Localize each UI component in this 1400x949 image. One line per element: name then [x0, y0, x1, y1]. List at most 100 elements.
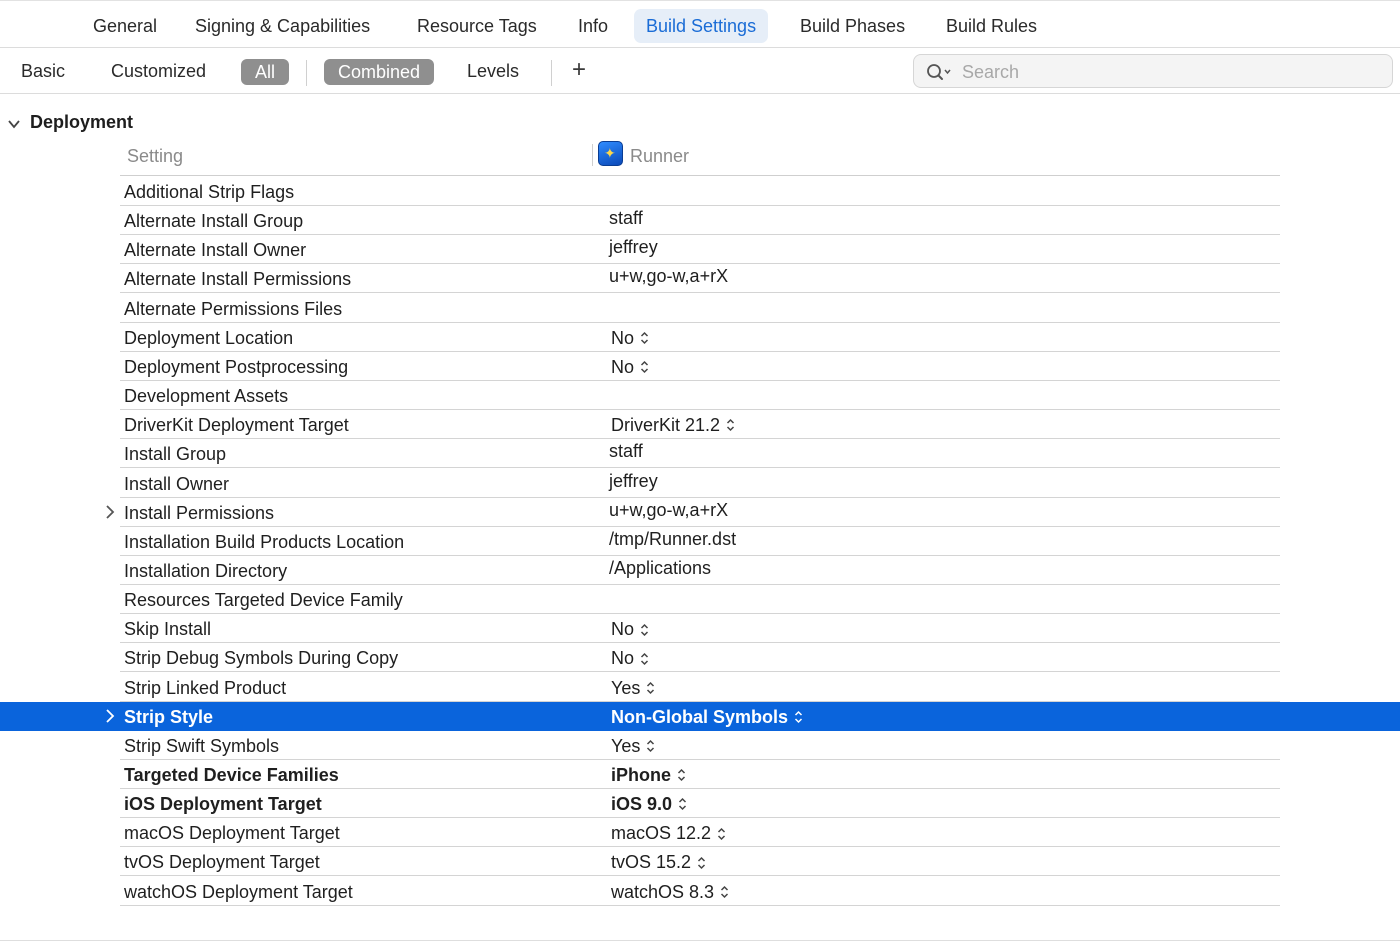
popup-stepper-icon: [640, 328, 649, 350]
setting-value-popup[interactable]: No: [611, 356, 649, 379]
setting-value-popup[interactable]: macOS 12.2: [611, 822, 726, 845]
setting-name: Install Owner: [124, 473, 230, 494]
setting-value-text: No: [611, 327, 635, 348]
column-header-setting: Setting: [127, 146, 184, 166]
setting-value-text: u+w,go-w,a+rX: [609, 499, 729, 520]
setting-row[interactable]: watchOS Deployment Target watchOS 8.3: [0, 877, 1400, 906]
setting-row[interactable]: Strip Linked Product Yes: [0, 673, 1400, 702]
setting-row[interactable]: Alternate Install Owner jeffrey: [0, 235, 1400, 265]
setting-name: Installation Directory: [124, 560, 288, 581]
chevron-right-icon[interactable]: [105, 709, 115, 728]
filter-customized-button[interactable]: Customized: [111, 58, 206, 84]
search-icon[interactable]: [926, 63, 952, 86]
setting-name: Alternate Install Group: [124, 211, 304, 232]
chevron-right-icon[interactable]: [105, 505, 115, 524]
setting-name: watchOS Deployment Target: [124, 881, 353, 902]
tab-build-phases[interactable]: Build Phases: [788, 9, 917, 43]
setting-row[interactable]: Development Assets: [0, 381, 1400, 411]
header-divider: [120, 175, 1280, 176]
setting-row[interactable]: Resources Targeted Device Family: [0, 585, 1400, 615]
setting-row[interactable]: Skip Install No: [0, 614, 1400, 644]
setting-value-text: Non-Global Symbols: [611, 706, 789, 727]
tab-build-settings[interactable]: Build Settings: [634, 9, 769, 43]
setting-name: Skip Install: [124, 619, 212, 640]
chevron-down-icon[interactable]: [8, 116, 20, 134]
view-combined-button[interactable]: Combined: [324, 59, 435, 85]
setting-value-popup[interactable]: No: [611, 618, 649, 641]
setting-row[interactable]: Strip Style Non-Global Symbols: [0, 701, 1400, 731]
popup-stepper-icon: [726, 415, 735, 437]
search-input[interactable]: [960, 59, 1364, 85]
setting-value-text: watchOS 8.3: [611, 881, 715, 902]
setting-value-text: iPhone: [611, 765, 672, 785]
setting-row[interactable]: iOS Deployment Target iOS 9.0: [0, 789, 1400, 819]
setting-row[interactable]: Targeted Device Families iPhone: [0, 760, 1400, 789]
setting-value-text: DriverKit 21.2: [611, 415, 721, 436]
setting-value[interactable]: /Applications: [609, 557, 711, 579]
setting-value[interactable]: staff: [609, 207, 643, 229]
setting-value[interactable]: jeffrey: [609, 236, 658, 258]
filter-divider: [306, 60, 307, 86]
setting-value-popup[interactable]: Yes: [611, 677, 655, 700]
search-field[interactable]: [913, 54, 1393, 88]
setting-value-popup[interactable]: DriverKit 21.2: [611, 414, 735, 437]
setting-row[interactable]: Strip Swift Symbols Yes: [0, 731, 1400, 760]
setting-value-popup[interactable]: iPhone: [611, 764, 686, 787]
setting-row[interactable]: Alternate Install Permissions u+w,go-w,a+…: [0, 264, 1400, 294]
popup-stepper-icon: [646, 736, 655, 758]
setting-value-popup[interactable]: Non-Global Symbols: [611, 706, 803, 729]
setting-row[interactable]: Deployment Postprocessing No: [0, 352, 1400, 381]
setting-row[interactable]: Strip Debug Symbols During Copy No: [0, 643, 1400, 673]
filter-basic-button[interactable]: Basic: [21, 58, 65, 84]
setting-value-popup[interactable]: tvOS 15.2: [611, 851, 706, 874]
setting-name: Install Group: [124, 444, 227, 465]
setting-value-text: /Applications: [609, 557, 712, 578]
setting-row[interactable]: Installation Build Products Location/tmp…: [0, 527, 1400, 556]
setting-value-text: Yes: [611, 677, 641, 698]
popup-stepper-icon: [677, 765, 686, 787]
setting-row[interactable]: Install Group staff: [0, 439, 1400, 469]
setting-name: Strip Linked Product: [124, 677, 287, 698]
setting-value[interactable]: staff: [609, 440, 643, 462]
setting-row[interactable]: Install Permissions u+w,go-w,a+rX: [0, 498, 1400, 527]
setting-value[interactable]: u+w,go-w,a+rX: [609, 499, 728, 521]
setting-row[interactable]: macOS Deployment Target macOS 12.2: [0, 818, 1400, 848]
setting-value-popup[interactable]: iOS 9.0: [611, 793, 687, 816]
setting-value-text: macOS 12.2: [611, 823, 712, 844]
setting-value-popup[interactable]: No: [611, 327, 649, 350]
setting-row[interactable]: Alternate Install Group staff: [0, 206, 1400, 236]
tab-info[interactable]: Info: [566, 9, 620, 43]
setting-row[interactable]: Install Owner jeffrey: [0, 469, 1400, 498]
filter-all-button[interactable]: All: [241, 59, 290, 85]
filter-bar: Basic Customized All Combined Levels +: [0, 48, 1400, 94]
add-setting-button[interactable]: +: [572, 57, 586, 83]
setting-name: Alternate Permissions Files: [124, 298, 343, 319]
tab-resource-tags[interactable]: Resource Tags: [405, 9, 549, 43]
setting-value[interactable]: u+w,go-w,a+rX: [609, 265, 728, 287]
setting-row[interactable]: Alternate Permissions Files: [0, 294, 1400, 323]
view-levels-button[interactable]: Levels: [467, 58, 519, 84]
setting-row[interactable]: DriverKit Deployment Target DriverKit 21.…: [0, 410, 1400, 440]
tab-signing-capabilities[interactable]: Signing & Capabilities: [183, 9, 382, 43]
setting-row[interactable]: Installation Directory/Applications: [0, 556, 1400, 585]
setting-row[interactable]: Deployment Location No: [0, 323, 1400, 352]
setting-value-text: tvOS 15.2: [611, 852, 692, 873]
setting-value[interactable]: jeffrey: [609, 470, 658, 492]
popup-stepper-icon: [646, 678, 655, 700]
setting-name: tvOS Deployment Target: [124, 852, 320, 873]
setting-name: Strip Style: [124, 706, 214, 727]
setting-value-popup[interactable]: Yes: [611, 735, 655, 758]
setting-value[interactable]: /tmp/Runner.dst: [609, 528, 736, 550]
setting-value-text: jeffrey: [609, 237, 658, 258]
setting-value-popup[interactable]: No: [611, 647, 649, 670]
setting-name: macOS Deployment Target: [124, 823, 340, 844]
setting-value-popup[interactable]: watchOS 8.3: [611, 881, 729, 904]
tab-general[interactable]: General: [81, 9, 169, 43]
setting-row[interactable]: Additional Strip Flags: [0, 177, 1400, 206]
setting-row[interactable]: tvOS Deployment Target tvOS 15.2: [0, 847, 1400, 877]
popup-stepper-icon: [678, 794, 687, 816]
setting-name: Install Permissions: [124, 502, 275, 523]
popup-stepper-icon: [794, 707, 803, 729]
tab-build-rules[interactable]: Build Rules: [934, 9, 1049, 43]
popup-stepper-icon: [697, 853, 706, 875]
